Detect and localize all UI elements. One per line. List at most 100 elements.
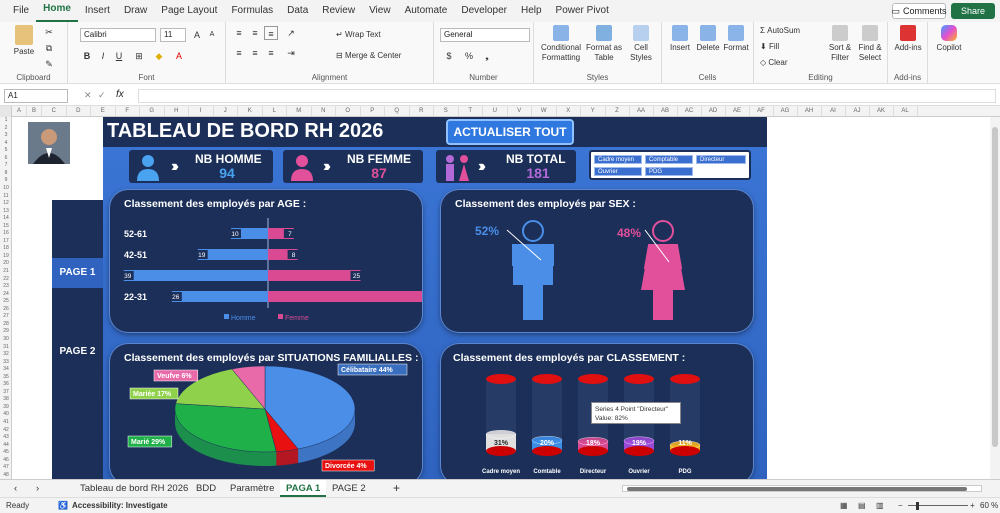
row-header[interactable]: 22 (0, 276, 11, 284)
column-header[interactable]: S (434, 106, 459, 116)
menu-insert[interactable]: Insert (78, 0, 117, 22)
row-header[interactable]: 21 (0, 268, 11, 276)
merge-center-button[interactable]: ⊟ Merge & Center (336, 51, 426, 61)
align-right-icon[interactable]: ≡ (264, 46, 278, 60)
row-header[interactable]: 29 (0, 328, 11, 336)
add-sheet-icon[interactable]: + (393, 480, 400, 497)
menu-power-pivot[interactable]: Power Pivot (549, 0, 616, 22)
slicer-item[interactable]: Ouvrier (594, 167, 642, 176)
scroll-thumb[interactable] (992, 127, 998, 447)
normal-view-icon[interactable]: ▦ (840, 501, 848, 510)
row-header[interactable]: 9 (0, 177, 11, 185)
insert-cells-button[interactable]: Insert (666, 25, 694, 53)
row-header[interactable]: 40 (0, 411, 11, 419)
column-header[interactable]: AG (774, 106, 798, 116)
row-header[interactable]: 41 (0, 419, 11, 427)
autosum-button[interactable]: Σ AutoSum (760, 26, 830, 36)
row-header[interactable]: 39 (0, 404, 11, 412)
row-header[interactable]: 16 (0, 230, 11, 238)
wrap-text-button[interactable]: ↵ Wrap Text (336, 30, 426, 40)
refresh-all-button[interactable]: ACTUALISER TOUT (446, 119, 574, 145)
row-header[interactable]: 2 (0, 125, 11, 133)
tab-dashboard[interactable]: Tableau de bord RH 2026 (80, 480, 188, 497)
menu-review[interactable]: Review (315, 0, 362, 22)
number-format-select[interactable]: General (440, 28, 530, 42)
menu-page-layout[interactable]: Page Layout (154, 0, 224, 22)
row-header[interactable]: 34 (0, 366, 11, 374)
menu-draw[interactable]: Draw (117, 0, 154, 22)
shrink-font-icon[interactable]: A (205, 28, 219, 42)
bold-icon[interactable]: B (80, 49, 94, 63)
page-layout-icon[interactable]: ▤ (858, 501, 866, 510)
column-header[interactable]: F (116, 106, 140, 116)
row-header[interactable]: 36 (0, 381, 11, 389)
comments-button[interactable]: ▭ Comments (891, 3, 947, 19)
border-icon[interactable]: ⊞ (132, 49, 146, 63)
column-header[interactable]: Q (385, 106, 410, 116)
tab-prev-icon[interactable]: ‹ (14, 480, 17, 497)
row-header[interactable]: 7 (0, 162, 11, 170)
align-bottom-icon[interactable]: ≡ (264, 26, 278, 40)
format-cells-button[interactable]: Format (722, 25, 750, 53)
row-header[interactable]: 37 (0, 389, 11, 397)
column-header[interactable]: R (410, 106, 434, 116)
tab-paga1[interactable]: PAGA 1 (280, 480, 327, 497)
zoom-in-icon[interactable]: + (970, 501, 975, 510)
tab-page2[interactable]: PAGE 2 (332, 480, 366, 497)
h-scroll-thumb[interactable] (627, 487, 967, 491)
row-header[interactable]: 25 (0, 298, 11, 306)
clear-button[interactable]: ◇ Clear (760, 58, 830, 68)
column-header[interactable]: B (27, 106, 42, 116)
grow-font-icon[interactable]: A (190, 28, 204, 42)
name-box[interactable]: A1 (4, 89, 68, 103)
row-header[interactable]: 48 (0, 472, 11, 479)
column-header[interactable]: X (557, 106, 581, 116)
paste-button[interactable]: Paste (8, 25, 40, 57)
row-header[interactable]: 1 (0, 117, 11, 125)
column-header[interactable]: AD (702, 106, 726, 116)
slicer-item[interactable]: Directeur (696, 155, 746, 164)
cell-styles-button[interactable]: Cell Styles (624, 25, 658, 63)
column-header[interactable]: AC (678, 106, 702, 116)
tab-bdd[interactable]: BDD (196, 480, 216, 497)
page2-button[interactable]: PAGE 2 (52, 340, 103, 364)
row-header[interactable]: 26 (0, 306, 11, 314)
row-header[interactable]: 31 (0, 344, 11, 352)
column-header[interactable]: W (532, 106, 557, 116)
row-header[interactable]: 5 (0, 147, 11, 155)
format-painter-icon[interactable]: ✎ (42, 57, 56, 71)
orientation-icon[interactable]: ↗ (284, 26, 298, 40)
tab-next-icon[interactable]: › (36, 480, 39, 497)
column-header[interactable]: Y (581, 106, 606, 116)
row-header[interactable]: 20 (0, 260, 11, 268)
currency-icon[interactable]: $ (442, 49, 456, 63)
column-header[interactable]: AK (870, 106, 894, 116)
formula-input[interactable] (138, 89, 996, 103)
menu-home[interactable]: Home (36, 0, 78, 22)
tab-parametre[interactable]: Paramètre (230, 480, 274, 497)
column-header[interactable]: AH (798, 106, 822, 116)
column-header[interactable]: A (12, 106, 27, 116)
row-header[interactable]: 13 (0, 208, 11, 216)
column-header[interactable]: J (214, 106, 238, 116)
zoom-level[interactable]: 60 % (980, 501, 998, 510)
row-header[interactable]: 24 (0, 291, 11, 299)
menu-developer[interactable]: Developer (454, 0, 514, 22)
column-header[interactable]: AB (654, 106, 678, 116)
font-size-select[interactable]: 11 (160, 28, 186, 42)
column-header[interactable]: L (263, 106, 287, 116)
row-header[interactable]: 10 (0, 185, 11, 193)
row-header[interactable]: 38 (0, 396, 11, 404)
slicer-item[interactable]: PDG (645, 167, 693, 176)
column-header[interactable]: AI (822, 106, 846, 116)
row-header[interactable]: 15 (0, 223, 11, 231)
column-header[interactable]: AA (630, 106, 654, 116)
column-header[interactable]: K (238, 106, 263, 116)
column-header[interactable]: C (42, 106, 67, 116)
page-break-icon[interactable]: ▥ (876, 501, 884, 510)
row-header[interactable]: 33 (0, 359, 11, 367)
column-header[interactable]: AE (726, 106, 750, 116)
fill-color-icon[interactable]: ◆ (152, 49, 166, 63)
column-header[interactable]: O (336, 106, 361, 116)
menu-data[interactable]: Data (280, 0, 315, 22)
